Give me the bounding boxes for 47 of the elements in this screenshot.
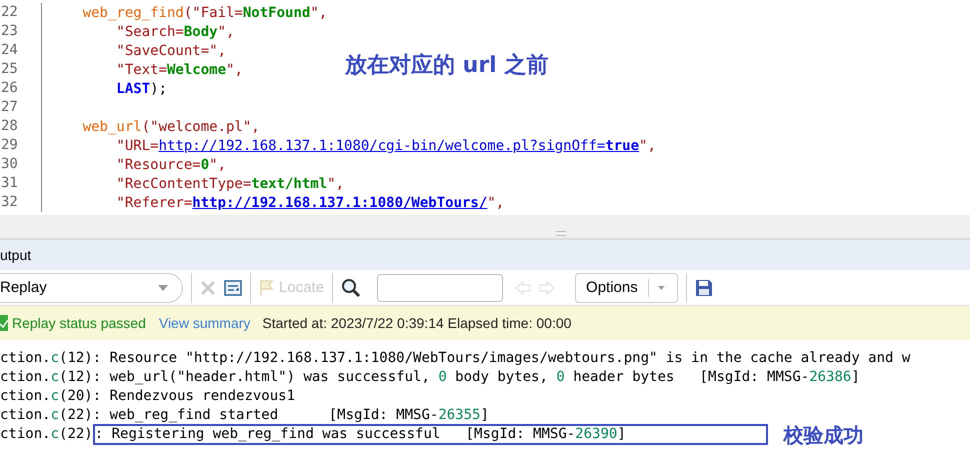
code-line: web_reg_find("Fail=NotFound",	[82, 4, 328, 20]
close-icon[interactable]	[200, 280, 216, 296]
back-arrow-icon[interactable]	[515, 280, 532, 294]
options-button[interactable]: Options	[575, 272, 678, 302]
code-line: "URL=http://192.168.137.1:1080/cgi-bin/welcome.pl?signOff=true",	[116, 138, 656, 154]
line-number: 22	[0, 3, 42, 22]
line-number: 25	[0, 60, 42, 79]
line-number: 26	[0, 79, 42, 98]
code-line: LAST);	[116, 80, 167, 96]
wrap-icon[interactable]	[224, 280, 242, 296]
splitter-handle[interactable]	[556, 231, 566, 236]
check-icon	[0, 315, 8, 331]
line-number: 24	[0, 41, 42, 60]
highlighted-log-text: : Registering web_reg_find was successful [MsgId: MMSG-26390]	[92, 424, 768, 445]
timing-text: Started at: 2023/7/22 0:39:14 Elapsed time: 00:00	[262, 315, 572, 331]
line-number: 31	[0, 174, 42, 193]
view-summary-link[interactable]: View summary	[158, 315, 250, 331]
code-line: web_url("welcome.pl",	[82, 118, 260, 134]
code-line: "RecContentType=text/html",	[116, 176, 344, 192]
panel-title: utput	[0, 247, 32, 263]
line-number: 32	[0, 193, 42, 212]
forward-arrow-icon[interactable]	[539, 280, 556, 294]
code-line: "Resource=0",	[116, 156, 226, 172]
log-line: ction.c(22): web_reg_find started [MsgId: MMSG-26355]	[0, 406, 489, 425]
line-number: 23	[0, 22, 42, 41]
line-number: 27	[0, 98, 42, 117]
flag-icon	[259, 278, 275, 296]
caret-icon	[158, 284, 168, 290]
code-line: "Referer=http://192.168.137.1:1080/WebTours/",	[116, 194, 504, 210]
save-icon[interactable]	[695, 278, 714, 296]
annotation-text: 放在对应的 url 之前	[345, 52, 548, 80]
log-line: ction.c(22)	[0, 425, 93, 444]
line-number: 28	[0, 117, 42, 136]
caret-icon	[658, 284, 666, 290]
mode-dropdown[interactable]: Replay	[0, 272, 183, 302]
code-line: "Text=Welcome",	[116, 62, 243, 78]
line-number: 29	[0, 136, 42, 155]
code-line: "Search=Body",	[116, 24, 234, 40]
log-line: ction.c(12): web_url("header.html") was successful, 0 body bytes, 0 header bytes [MsgId: MMSG-26386]	[0, 368, 860, 387]
annotation-text: 校验成功	[784, 422, 864, 446]
log-line: ction.c(20): Rendezvous rendezvous1	[0, 387, 296, 406]
line-number: 30	[0, 155, 42, 174]
search-icon[interactable]	[341, 278, 362, 298]
log-line: ction.c(12): Resource "http://192.168.137.1:1080/WebTours/images/webtours.png" is in the cache already and w	[0, 349, 910, 368]
search-field[interactable]	[377, 274, 504, 302]
code-line: "SaveCount=",	[116, 42, 226, 58]
status-text: Replay status passed	[12, 315, 146, 331]
